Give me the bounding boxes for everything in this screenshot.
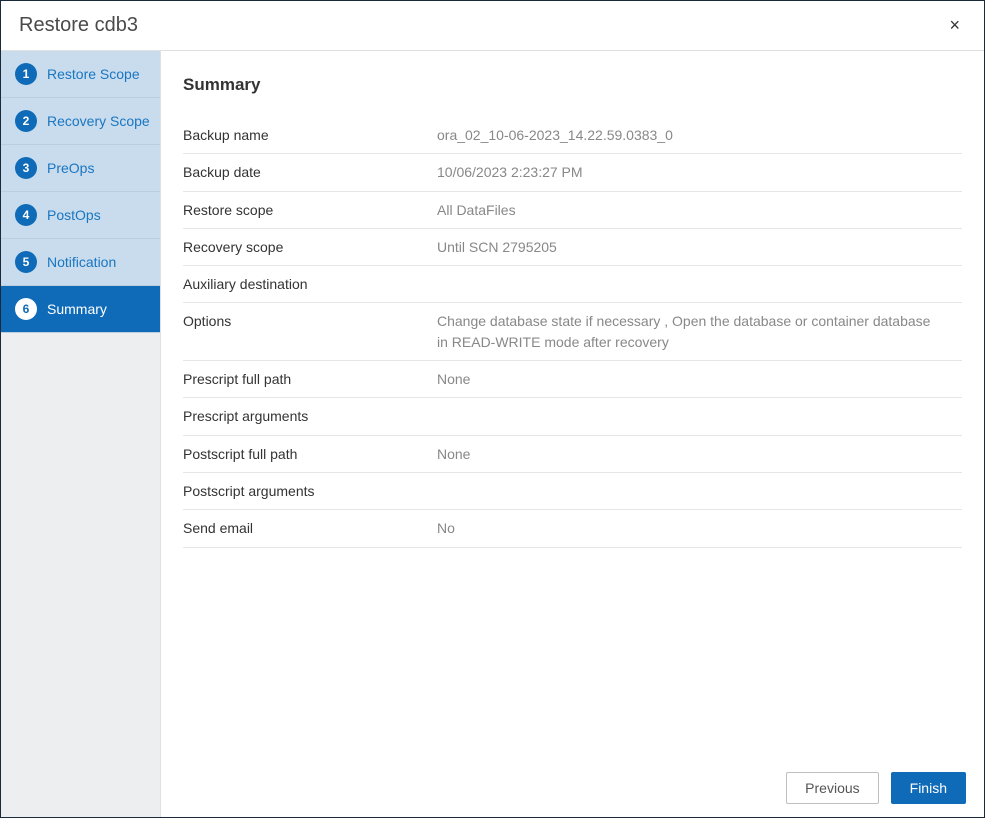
summary-label: Send email [183, 518, 437, 538]
previous-button[interactable]: Previous [786, 772, 878, 804]
restore-wizard-modal: Restore cdb3 × 1 Restore Scope 2 Recover… [0, 0, 985, 818]
sidebar-step-preops[interactable]: 3 PreOps [1, 145, 160, 192]
summary-label: Options [183, 311, 437, 352]
summary-label: Prescript arguments [183, 406, 437, 426]
wizard-sidebar: 1 Restore Scope 2 Recovery Scope 3 PreOp… [1, 51, 161, 817]
step-label: PostOps [47, 207, 101, 223]
summary-row-restore-scope: Restore scope All DataFiles [183, 192, 962, 229]
summary-label: Postscript arguments [183, 481, 437, 501]
step-label: Recovery Scope [47, 113, 150, 129]
summary-row-send-email: Send email No [183, 510, 962, 547]
summary-row-backup-name: Backup name ora_02_10-06-2023_14.22.59.0… [183, 117, 962, 154]
summary-row-prescript-full-path: Prescript full path None [183, 361, 962, 398]
summary-row-options: Options Change database state if necessa… [183, 303, 962, 361]
summary-value: None [437, 444, 962, 464]
step-label: Notification [47, 254, 116, 270]
finish-button[interactable]: Finish [891, 772, 966, 804]
step-label: PreOps [47, 160, 94, 176]
step-number-badge: 5 [15, 251, 37, 273]
summary-row-postscript-full-path: Postscript full path None [183, 436, 962, 473]
summary-value: None [437, 369, 962, 389]
step-label: Restore Scope [47, 66, 140, 82]
step-number-badge: 2 [15, 110, 37, 132]
summary-label: Auxiliary destination [183, 274, 437, 294]
summary-value: All DataFiles [437, 200, 962, 220]
page-heading: Summary [183, 75, 962, 95]
step-number-badge: 4 [15, 204, 37, 226]
summary-label: Prescript full path [183, 369, 437, 389]
summary-label: Recovery scope [183, 237, 437, 257]
sidebar-step-recovery-scope[interactable]: 2 Recovery Scope [1, 98, 160, 145]
summary-label: Postscript full path [183, 444, 437, 464]
modal-title: Restore cdb3 [19, 14, 138, 37]
summary-value: ora_02_10-06-2023_14.22.59.0383_0 [437, 125, 962, 145]
sidebar-step-restore-scope[interactable]: 1 Restore Scope [1, 51, 160, 98]
summary-value [437, 406, 962, 426]
summary-value [437, 481, 962, 501]
summary-value [437, 274, 962, 294]
modal-header: Restore cdb3 × [1, 1, 984, 51]
summary-row-postscript-arguments: Postscript arguments [183, 473, 962, 510]
sidebar-step-postops[interactable]: 4 PostOps [1, 192, 160, 239]
main-panel: Summary Backup name ora_02_10-06-2023_14… [161, 51, 984, 817]
summary-label: Backup name [183, 125, 437, 145]
summary-row-prescript-arguments: Prescript arguments [183, 398, 962, 435]
summary-value: 10/06/2023 2:23:27 PM [437, 162, 962, 182]
modal-body: 1 Restore Scope 2 Recovery Scope 3 PreOp… [1, 51, 984, 817]
sidebar-step-notification[interactable]: 5 Notification [1, 239, 160, 286]
summary-value: Change database state if necessary , Ope… [437, 311, 962, 352]
close-icon[interactable]: × [943, 11, 966, 40]
wizard-footer: Previous Finish [161, 759, 984, 817]
summary-content: Summary Backup name ora_02_10-06-2023_14… [161, 51, 984, 759]
summary-value: No [437, 518, 962, 538]
summary-label: Backup date [183, 162, 437, 182]
step-label: Summary [47, 301, 107, 317]
summary-value: Until SCN 2795205 [437, 237, 962, 257]
step-number-badge: 1 [15, 63, 37, 85]
sidebar-step-summary[interactable]: 6 Summary [1, 286, 160, 333]
step-number-badge: 3 [15, 157, 37, 179]
summary-row-recovery-scope: Recovery scope Until SCN 2795205 [183, 229, 962, 266]
step-number-badge: 6 [15, 298, 37, 320]
summary-row-backup-date: Backup date 10/06/2023 2:23:27 PM [183, 154, 962, 191]
summary-label: Restore scope [183, 200, 437, 220]
summary-row-auxiliary-destination: Auxiliary destination [183, 266, 962, 303]
